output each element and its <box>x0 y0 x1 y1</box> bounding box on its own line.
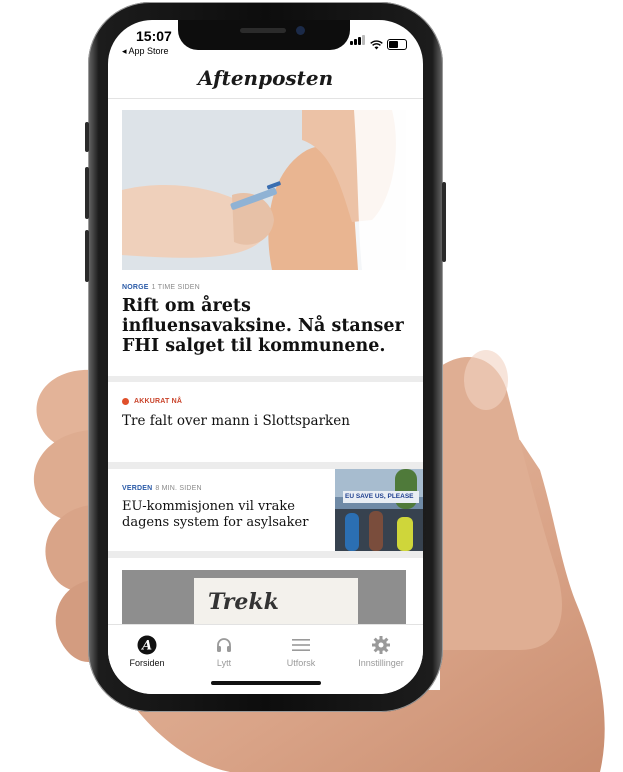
side-button <box>85 122 89 152</box>
section-label: VERDEN <box>122 485 153 492</box>
article-card[interactable]: NORGE 1 TIME SIDEN Rift om årets influens… <box>108 110 423 376</box>
article-image-protest: EU SAVE US, PLEASE <box>335 469 423 551</box>
feed-divider <box>108 462 423 469</box>
feed-divider <box>108 551 423 558</box>
tab-innstillinger[interactable]: Innstillinger <box>343 635 419 668</box>
tab-forsiden[interactable]: A Forsiden <box>112 635 182 668</box>
article-age: 8 MIN. SIDEN <box>155 485 202 492</box>
gear-icon <box>372 636 390 654</box>
menu-icon <box>292 639 310 651</box>
battery-icon <box>387 39 407 50</box>
camera <box>296 26 305 35</box>
article-card[interactable]: Trekk <box>108 558 423 630</box>
volume-up-button <box>85 167 89 219</box>
status-time: 15:07 <box>136 28 172 44</box>
notch <box>178 20 350 50</box>
tab-label: Lytt <box>216 658 232 668</box>
app-logo[interactable]: Aftenposten <box>108 66 423 90</box>
live-dot-icon <box>122 398 129 405</box>
speaker <box>240 28 286 33</box>
phone-frame: 15:07 ◂ App Store Aftenposten NORGE 1 TI… <box>85 2 446 712</box>
tab-label: Utforsk <box>286 658 316 668</box>
tab-lytt[interactable]: Lytt <box>189 635 259 668</box>
article-kicker: NORGE 1 TIME SIDEN <box>122 284 200 291</box>
article-age: 1 TIME SIDEN <box>151 284 200 291</box>
section-label: NORGE <box>122 284 149 291</box>
protest-sign: EU SAVE US, PLEASE <box>343 491 419 503</box>
live-kicker: AKKURAT NÅ <box>122 398 182 405</box>
trekk-sign: Trekk <box>194 578 358 630</box>
status-icons <box>350 32 407 50</box>
live-label: AKKURAT NÅ <box>134 398 183 405</box>
article-card[interactable]: AKKURAT NÅ Tre falt over mann i Slottspa… <box>108 382 423 462</box>
article-image-vaccination <box>122 110 406 270</box>
svg-text:A: A <box>140 639 152 654</box>
headphones-icon <box>217 638 231 652</box>
aftenposten-logo-icon: A <box>137 635 157 655</box>
wifi-icon <box>370 40 383 50</box>
article-headline: EU-kommisjonen vil vrake dagens system f… <box>122 499 309 530</box>
article-headline: Tre falt over mann i Slottsparken <box>122 413 350 429</box>
volume-down-button <box>85 230 89 282</box>
article-card[interactable]: VERDEN 8 MIN. SIDEN EU-kommisjonen vil vr… <box>108 469 423 551</box>
power-button <box>442 182 446 262</box>
article-image-trekk: Trekk <box>122 570 406 630</box>
article-headline: Rift om årets influensavaksine. Nå stans… <box>122 296 404 356</box>
app-screen: 15:07 ◂ App Store Aftenposten NORGE 1 TI… <box>108 20 423 694</box>
article-kicker: VERDEN 8 MIN. SIDEN <box>122 485 202 492</box>
tab-label: Forsiden <box>129 658 165 668</box>
home-indicator[interactable] <box>211 681 321 685</box>
tab-utforsk[interactable]: Utforsk <box>266 635 336 668</box>
tab-label: Innstillinger <box>358 658 404 668</box>
signal-icon <box>350 32 366 50</box>
back-to-app-store-link[interactable]: ◂ App Store <box>122 46 169 57</box>
header-divider <box>108 98 423 99</box>
